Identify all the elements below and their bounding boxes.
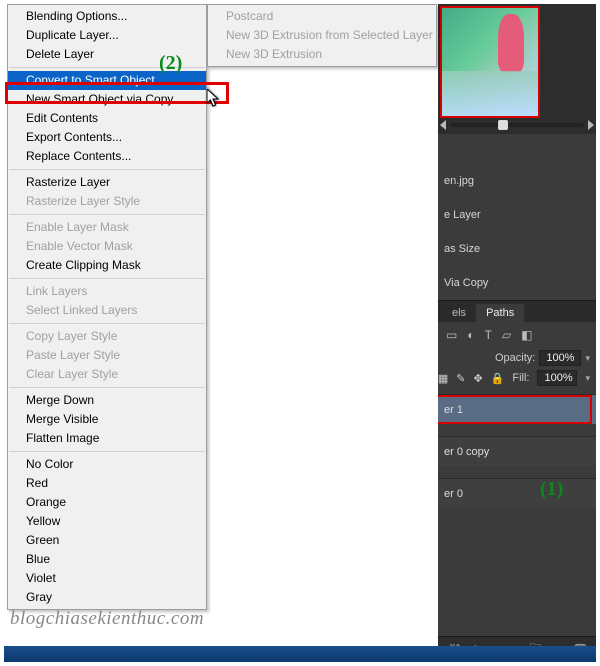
navigator-panel (438, 4, 596, 134)
menu-item[interactable]: Orange (8, 493, 206, 512)
layer-row[interactable]: er 1 (438, 394, 596, 424)
fill-value[interactable]: 100% (537, 370, 577, 386)
menu-item: Postcard (208, 7, 436, 26)
right-panel: en.jpg e Layer as Size Via Copy els Path… (438, 4, 596, 662)
lock-all-icon[interactable]: 🔒 (491, 372, 505, 385)
opacity-value[interactable]: 100% (539, 350, 581, 366)
zoom-out-icon[interactable] (440, 120, 446, 130)
menu-item[interactable]: Gray (8, 588, 206, 607)
layer-context-submenu: PostcardNew 3D Extrusion from Selected L… (207, 4, 437, 67)
menu-item[interactable]: Yellow (8, 512, 206, 531)
menu-item[interactable]: Convert to Smart Object (8, 71, 206, 90)
menu-item: Link Layers (8, 282, 206, 301)
menu-item[interactable]: Blending Options... (8, 7, 206, 26)
menu-item[interactable]: Merge Down (8, 391, 206, 410)
menu-separator (9, 169, 205, 170)
menu-separator (9, 67, 205, 68)
layer-name: er 0 copy (444, 446, 489, 458)
chevron-down-icon[interactable]: ▾ (585, 353, 590, 364)
filter-type-icon[interactable]: T (485, 328, 492, 342)
menu-item[interactable]: Merge Visible (8, 410, 206, 429)
menu-item[interactable]: Replace Contents... (8, 147, 206, 166)
tab-channels[interactable]: els (442, 304, 476, 322)
menu-item[interactable]: Green (8, 531, 206, 550)
history-panel-partial: en.jpg e Layer as Size Via Copy (438, 134, 596, 294)
history-item[interactable]: as Size (438, 238, 596, 260)
layer-row[interactable]: er 0 (438, 478, 596, 508)
layer-name: er 0 (444, 488, 463, 500)
menu-item[interactable]: Rasterize Layer (8, 173, 206, 192)
filter-shape-icon[interactable]: ▱ (502, 328, 511, 342)
lock-transparency-icon[interactable]: ▦ (438, 372, 448, 385)
menu-item: Enable Vector Mask (8, 237, 206, 256)
menu-item[interactable]: New Smart Object via Copy (8, 90, 206, 109)
menu-item[interactable]: Duplicate Layer... (8, 26, 206, 45)
menu-separator (9, 278, 205, 279)
menu-separator (9, 387, 205, 388)
lock-pixels-icon[interactable]: ✎ (456, 372, 465, 385)
panel-tab-bar: els Paths (438, 300, 596, 322)
lock-position-icon[interactable]: ✥ (473, 372, 482, 385)
menu-item: Select Linked Layers (8, 301, 206, 320)
tab-paths[interactable]: Paths (476, 304, 524, 322)
menu-item: Clear Layer Style (8, 365, 206, 384)
menu-item[interactable]: Flatten Image (8, 429, 206, 448)
zoom-slider-row (440, 118, 594, 132)
menu-item: New 3D Extrusion (208, 45, 436, 64)
menu-separator (9, 323, 205, 324)
layer-row[interactable]: er 0 copy (438, 436, 596, 466)
menu-item: Rasterize Layer Style (8, 192, 206, 211)
menu-item: Paste Layer Style (8, 346, 206, 365)
filter-image-icon[interactable]: ▭ (446, 328, 457, 342)
opacity-row: Opacity: 100% ▾ (438, 348, 596, 368)
zoom-slider-track[interactable] (450, 123, 584, 127)
layer-filter-row: ▭ ◐ T ▱ ◧ (438, 322, 596, 348)
lock-row: ▦ ✎ ✥ 🔒 Fill: 100% ▾ (438, 368, 596, 388)
menu-item: New 3D Extrusion from Selected Layer (208, 26, 436, 45)
menu-item[interactable]: Delete Layer (8, 45, 206, 64)
menu-item: Copy Layer Style (8, 327, 206, 346)
chevron-down-icon[interactable]: ▾ (585, 373, 590, 384)
menu-separator (9, 214, 205, 215)
history-item[interactable]: en.jpg (438, 170, 596, 192)
zoom-slider-knob[interactable] (498, 120, 508, 130)
menu-item[interactable]: Violet (8, 569, 206, 588)
navigator-thumbnail[interactable] (440, 6, 540, 118)
menu-item[interactable]: No Color (8, 455, 206, 474)
menu-item[interactable]: Edit Contents (8, 109, 206, 128)
fill-label: Fill: (512, 372, 529, 384)
filter-adjustment-icon[interactable]: ◐ (467, 328, 474, 342)
menu-item[interactable]: Red (8, 474, 206, 493)
zoom-in-icon[interactable] (588, 120, 594, 130)
layer-name: er 1 (444, 404, 463, 416)
menu-item[interactable]: Blue (8, 550, 206, 569)
menu-item[interactable]: Create Clipping Mask (8, 256, 206, 275)
taskbar (4, 646, 596, 662)
menu-separator (9, 451, 205, 452)
layer-context-menu: Blending Options...Duplicate Layer...Del… (7, 4, 207, 610)
history-item[interactable]: Via Copy (438, 272, 596, 294)
layers-list: er 1 er 0 copy er 0 (438, 394, 596, 508)
menu-item[interactable]: Export Contents... (8, 128, 206, 147)
history-item[interactable]: e Layer (438, 204, 596, 226)
opacity-label: Opacity: (495, 352, 535, 364)
menu-item: Enable Layer Mask (8, 218, 206, 237)
filter-smartobject-icon[interactable]: ◧ (521, 328, 532, 342)
